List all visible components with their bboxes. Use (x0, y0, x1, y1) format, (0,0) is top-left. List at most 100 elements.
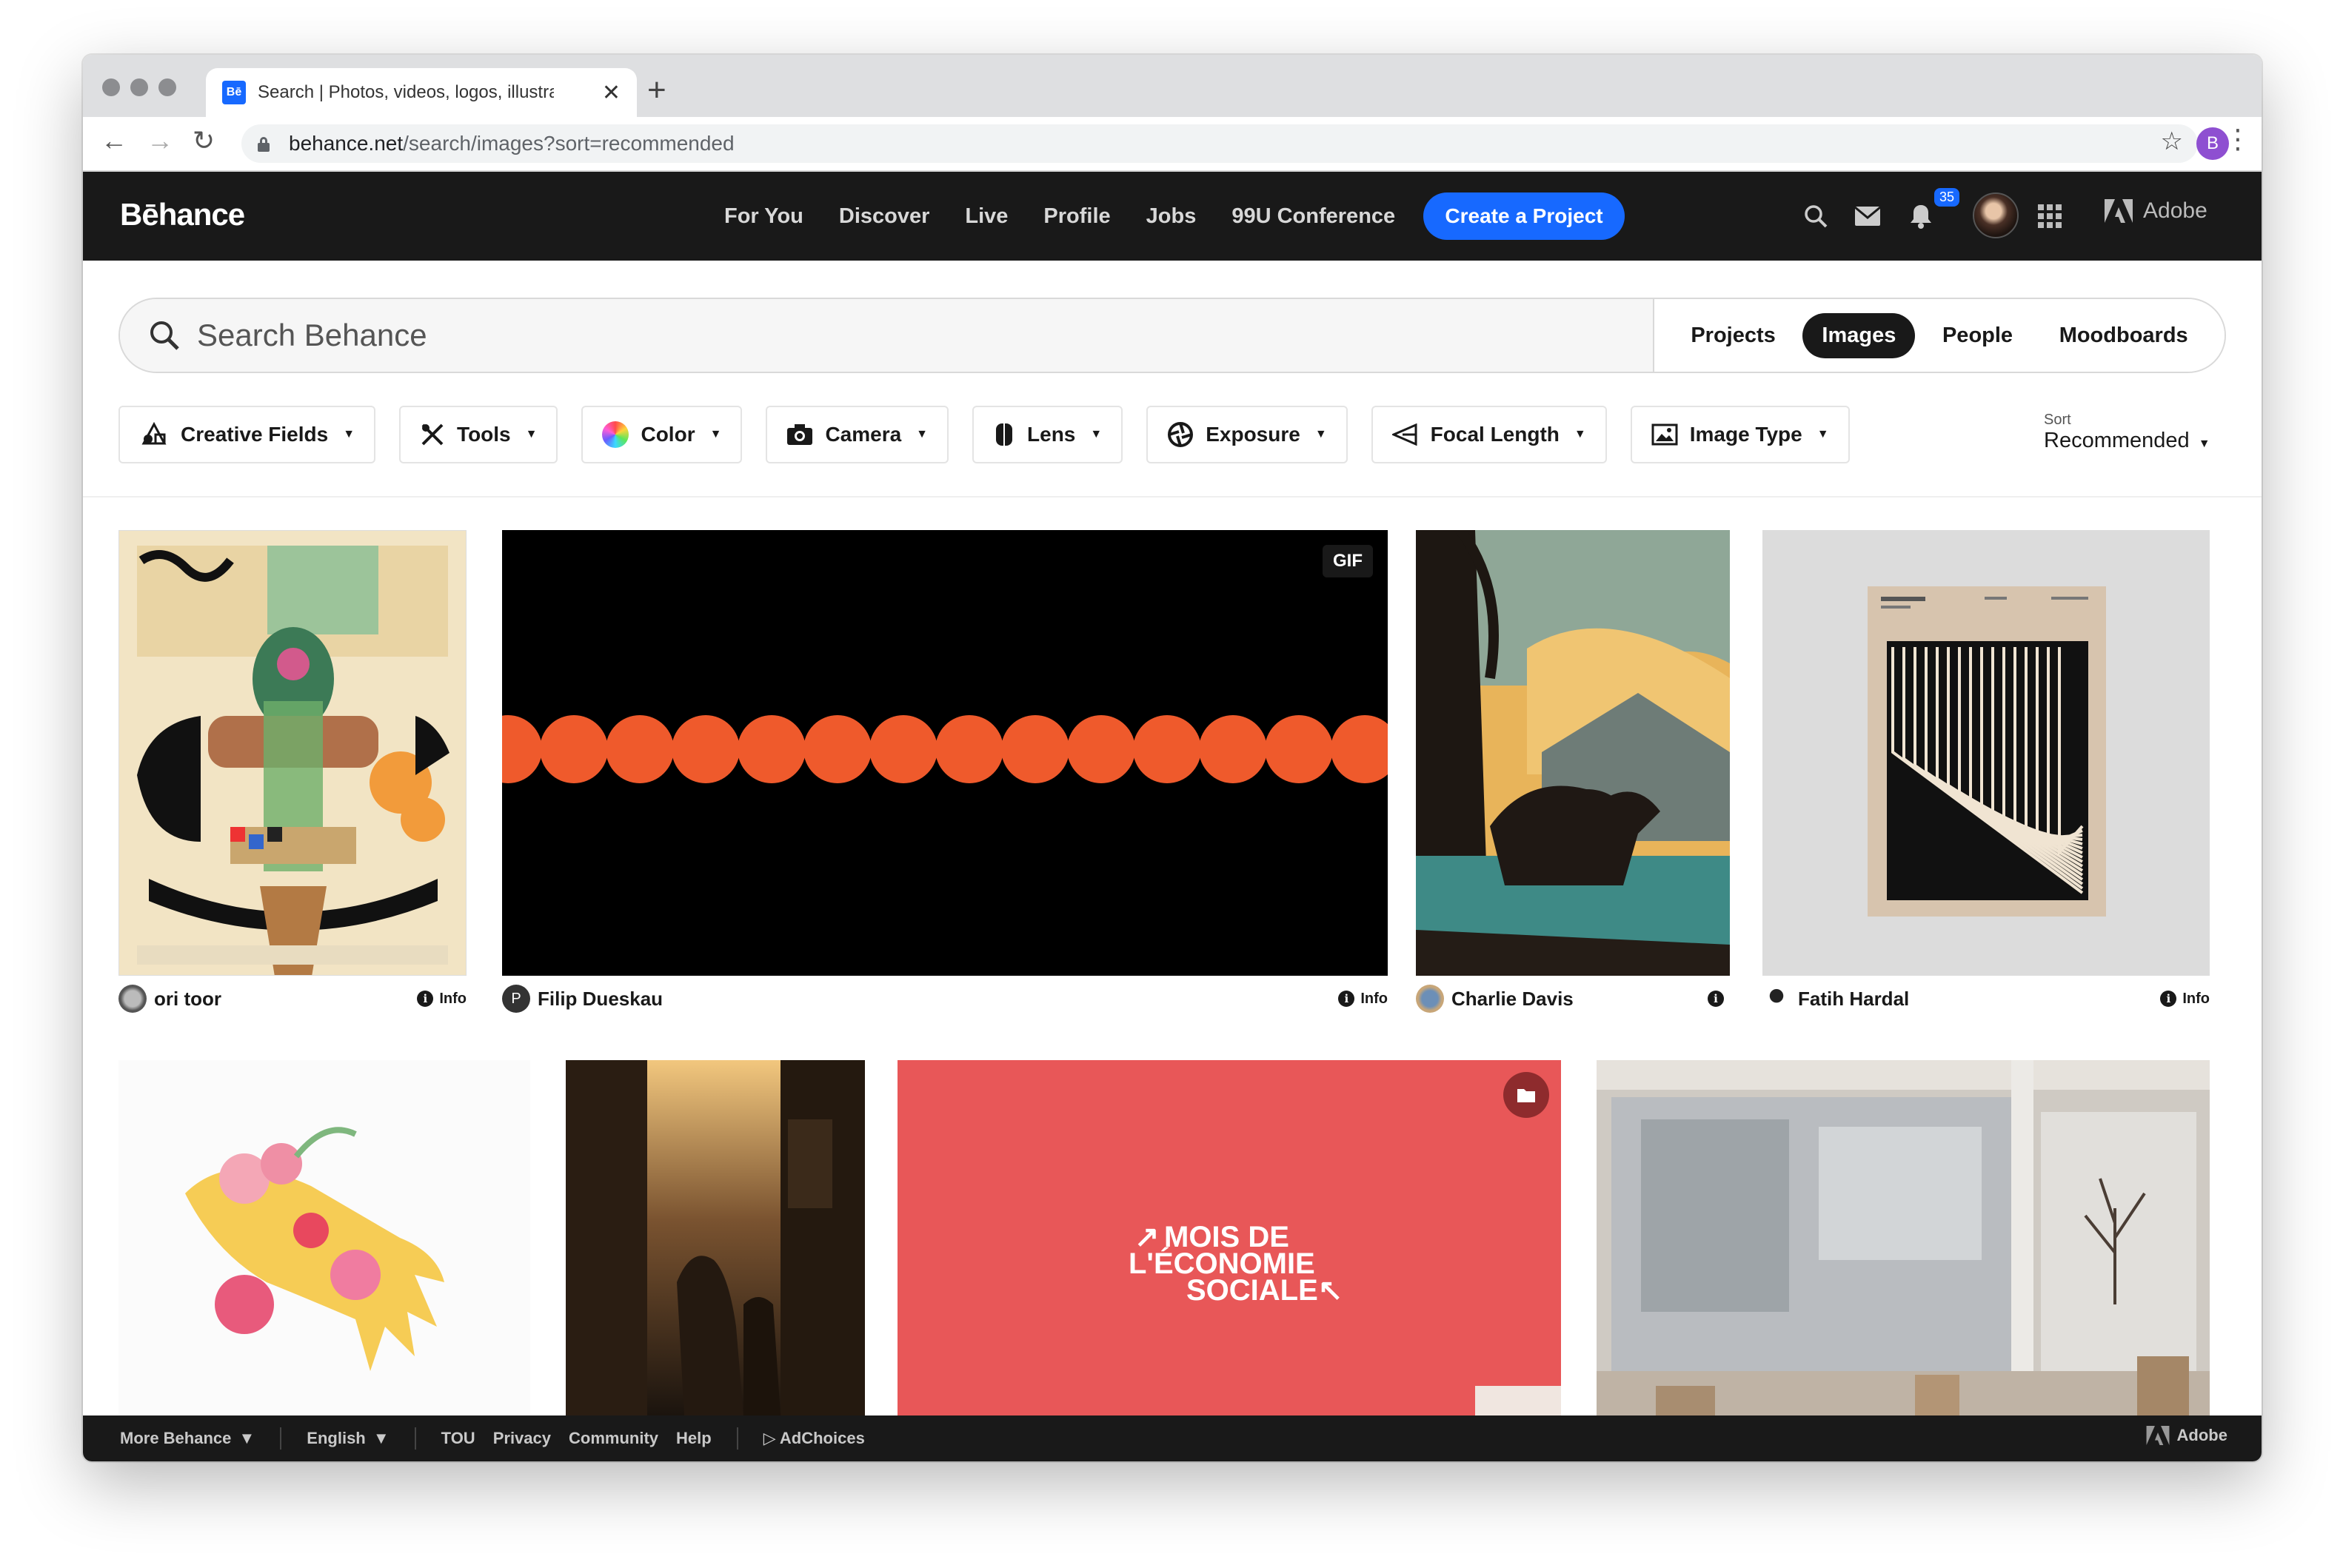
url-path: /search/images?sort=recommended (403, 132, 735, 155)
creator-avatar[interactable] (1762, 985, 1791, 1013)
adobe-link[interactable]: Adobe (2105, 198, 2207, 224)
new-tab-icon[interactable]: + (647, 74, 666, 107)
nav-for-you[interactable]: For You (724, 204, 803, 229)
footer-link-privacy[interactable]: Privacy (493, 1429, 551, 1448)
lock-icon (258, 137, 270, 152)
footer-link-tou[interactable]: TOU (441, 1429, 475, 1448)
image-card-alley-photo[interactable] (566, 1060, 865, 1415)
filter-color[interactable]: Color ▼ (581, 406, 743, 463)
orange-dot (606, 715, 674, 783)
orange-dot (1133, 715, 1201, 783)
poster-typography-image: ↗ MOIS DE L'ÉCONOMIE SOCIALE↖ (898, 1060, 1561, 1415)
browser-menu-icon[interactable]: ⋮ (2225, 126, 2251, 153)
tab-projects[interactable]: Projects (1671, 313, 1794, 358)
search-icon[interactable] (1801, 201, 1831, 231)
footer-link-community[interactable]: Community (569, 1429, 658, 1448)
url-field[interactable]: behance.net/search/images?sort=recommend… (241, 124, 2198, 163)
nav-live[interactable]: Live (965, 204, 1008, 229)
search-input[interactable] (197, 318, 1530, 353)
sort-dropdown[interactable]: Sort Recommended ▼ (2044, 412, 2210, 453)
image-card-window-interior[interactable] (1597, 1060, 2210, 1415)
filter-label: Lens (1027, 423, 1076, 446)
notification-bell-icon[interactable] (1906, 201, 1936, 231)
info-label: Info (2182, 990, 2210, 1007)
creator-avatar[interactable]: P (502, 985, 530, 1013)
filter-tools[interactable]: Tools ▼ (399, 406, 558, 463)
tab-moodboards[interactable]: Moodboards (2040, 313, 2207, 358)
filter-image-type[interactable]: Image Type ▼ (1630, 406, 1850, 463)
illustration-image (119, 531, 466, 975)
creator-name[interactable]: Fatih Hardal (1798, 988, 1909, 1011)
camera-icon (787, 424, 813, 445)
behance-logo[interactable]: Bēhance (120, 197, 245, 232)
creator-avatar[interactable] (1416, 985, 1444, 1013)
adobe-label: Adobe (2176, 1426, 2227, 1444)
creator-name[interactable]: ori toor (154, 988, 221, 1011)
adchoices-link[interactable]: ▷ AdChoices (763, 1429, 865, 1448)
creator-avatar[interactable] (118, 985, 147, 1013)
image-card-ori-toor[interactable] (118, 530, 467, 976)
filter-lens[interactable]: Lens ▼ (972, 406, 1123, 463)
nav-discover[interactable]: Discover (839, 204, 930, 229)
user-avatar[interactable] (1973, 192, 2019, 238)
card-caption: ori toor i Info (118, 985, 467, 1013)
forward-icon[interactable]: → (147, 127, 173, 154)
apps-grid-icon[interactable] (2038, 204, 2062, 228)
filter-camera[interactable]: Camera ▼ (766, 406, 949, 463)
footer-link-help[interactable]: Help (676, 1429, 712, 1448)
tab-close-icon[interactable]: ✕ (602, 80, 621, 106)
image-card-hand-illustration[interactable] (118, 1060, 530, 1415)
zoom-window-button[interactable] (158, 78, 176, 96)
language-selector[interactable]: English ▼ (307, 1429, 389, 1448)
footer-adobe-link[interactable]: Adobe (2146, 1426, 2227, 1445)
adchoices-label: AdChoices (779, 1429, 865, 1447)
filter-creative-fields[interactable]: Creative Fields ▼ (118, 406, 376, 463)
info-button[interactable]: i (1708, 991, 1730, 1007)
image-card-charlie-davis[interactable] (1416, 530, 1730, 976)
image-card-economie-sociale[interactable]: ↗ MOIS DE L'ÉCONOMIE SOCIALE↖ (898, 1060, 1561, 1415)
browser-tab[interactable]: Bē Search | Photos, videos, logos, illus… (206, 68, 637, 117)
creative-fields-icon (141, 421, 167, 445)
more-behance-menu[interactable]: More Behance ▼ (120, 1429, 255, 1448)
chevron-down-icon: ▼ (2198, 438, 2210, 450)
minimize-window-button[interactable] (130, 78, 148, 96)
chevron-down-icon: ▼ (238, 1429, 255, 1447)
creator-name[interactable]: Charlie Davis (1451, 988, 1574, 1011)
tab-people[interactable]: People (1923, 313, 2032, 358)
lens-icon (996, 423, 1013, 446)
card-caption: P Filip Dueskau i Info (502, 985, 1388, 1013)
close-window-button[interactable] (102, 78, 120, 96)
nav-jobs[interactable]: Jobs (1146, 204, 1197, 229)
back-icon[interactable]: ← (101, 127, 127, 154)
orange-dot (1265, 715, 1333, 783)
tab-images[interactable]: Images (1802, 312, 1916, 358)
mail-icon[interactable] (1853, 201, 1882, 231)
tools-icon (421, 423, 444, 446)
main-nav: For You Discover Live Profile Jobs 99U C… (724, 172, 1395, 261)
nav-profile[interactable]: Profile (1043, 204, 1110, 229)
window-controls (102, 78, 176, 96)
alley-photo-image (566, 1060, 865, 1415)
orange-dot (672, 715, 740, 783)
footer-divider (280, 1427, 282, 1450)
bookmark-star-icon[interactable]: ☆ (2161, 129, 2183, 154)
filter-exposure[interactable]: Exposure ▼ (1146, 406, 1348, 463)
image-card-fatih-hardal[interactable] (1762, 530, 2210, 976)
creator-name[interactable]: Filip Dueskau (538, 988, 663, 1011)
chevron-down-icon: ▼ (525, 428, 538, 440)
nav-99u-conference[interactable]: 99U Conference (1231, 204, 1395, 229)
info-button[interactable]: i Info (2160, 991, 2210, 1008)
focal-length-icon (1391, 423, 1417, 446)
orange-dot (1001, 715, 1069, 783)
moodboard-folder-icon[interactable] (1503, 1072, 1549, 1118)
chevron-down-icon: ▼ (372, 1429, 390, 1447)
address-bar: ← → ↻ behance.net/search/images?sort=rec… (83, 117, 2262, 172)
image-card-filip-dueskau[interactable]: GIF (502, 530, 1388, 976)
divider (83, 496, 2262, 497)
info-button[interactable]: i Info (1338, 991, 1388, 1008)
reload-icon[interactable]: ↻ (193, 127, 215, 154)
info-button[interactable]: i Info (417, 991, 467, 1008)
create-project-button[interactable]: Create a Project (1423, 192, 1625, 240)
filter-focal-length[interactable]: Focal Length ▼ (1371, 406, 1607, 463)
notification-count-badge: 35 (1934, 188, 1960, 207)
